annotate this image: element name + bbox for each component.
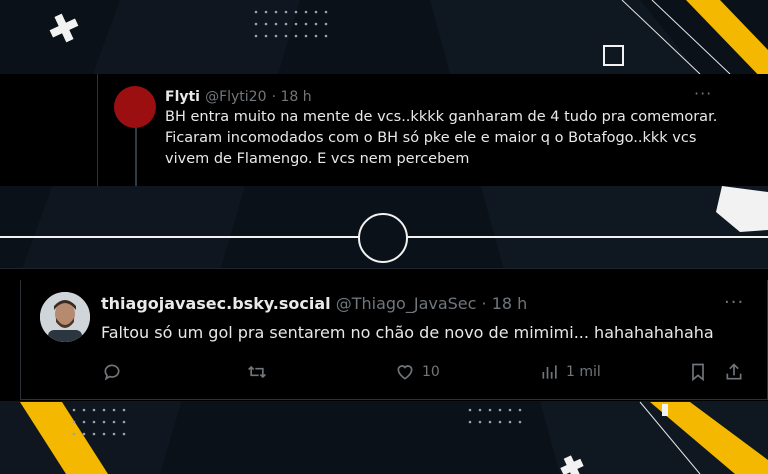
more-options-icon[interactable]: ··· <box>694 84 712 103</box>
avatar[interactable] <box>114 86 156 128</box>
handle[interactable]: @Flyti20 <box>205 89 266 105</box>
timestamp[interactable]: · 18 h <box>272 89 312 105</box>
display-name[interactable]: thiagojavasec.bsky.social <box>101 294 331 313</box>
like-icon <box>397 365 413 380</box>
views-icon <box>542 365 557 379</box>
like-count: 10 <box>422 364 440 380</box>
retweet-button[interactable] <box>246 362 268 382</box>
bookmark-button[interactable] <box>688 362 708 382</box>
more-options-icon[interactable]: ··· <box>724 292 744 313</box>
view-count: 1 mil <box>566 364 601 380</box>
reply-icon <box>104 364 120 381</box>
reply-button[interactable] <box>102 362 122 382</box>
retweet-icon <box>248 365 266 379</box>
tweet-2-text: Faltou só um gol pra sentarem no chão de… <box>101 323 714 342</box>
avatar[interactable] <box>40 292 90 342</box>
tweet-1-header: Flyti @Flyti20 · 18 h <box>165 86 312 105</box>
thread-line <box>135 128 137 186</box>
avatar-photo-icon <box>40 292 90 342</box>
circle-decoration <box>358 213 408 263</box>
like-button[interactable]: 10 <box>394 362 440 382</box>
display-name[interactable]: Flyti <box>165 89 200 105</box>
share-icon <box>726 363 742 380</box>
timestamp[interactable]: · 18 h <box>482 294 528 313</box>
share-button[interactable] <box>724 362 744 382</box>
handle[interactable]: @Thiago_JavaSec <box>336 294 477 313</box>
tweet-1-text: BH entra muito na mente de vcs..kkkk gan… <box>165 109 718 167</box>
views-button[interactable]: 1 mil <box>540 362 601 382</box>
bookmark-icon <box>692 363 704 382</box>
tweet-2-header: thiagojavasec.bsky.social @Thiago_JavaSe… <box>101 294 527 313</box>
